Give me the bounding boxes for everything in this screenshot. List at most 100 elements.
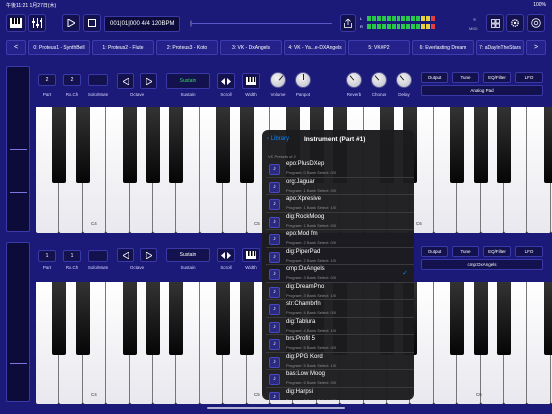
instrument-list[interactable]: ♪ epo:PlusDXep Program: 0 Bank Select: 0/0… xyxy=(266,160,414,400)
black-key[interactable] xyxy=(75,107,90,183)
tab-part-0[interactable]: 0: Proteus1 - SynthBell xyxy=(28,40,90,55)
black-key[interactable] xyxy=(543,107,552,183)
sustain-button[interactable]: Sustain xyxy=(166,73,210,89)
eq-filter-button[interactable]: EQ/Filter xyxy=(483,246,511,257)
solo-mute-label: Solo/Mute xyxy=(87,92,109,97)
key-label-c4: C4 xyxy=(91,392,97,397)
black-key[interactable] xyxy=(543,282,552,356)
list-item[interactable]: ♪ str:Chambrfn Program: 4 Bank Select: 0/0 xyxy=(266,300,414,318)
scroll-button[interactable] xyxy=(217,248,235,262)
black-key[interactable] xyxy=(146,282,160,356)
list-item[interactable]: ♪ dig:Tablura Program: 4 Bank Select: 1/0 xyxy=(266,318,414,335)
progress-knob[interactable] xyxy=(190,20,192,27)
width-button[interactable] xyxy=(242,248,260,262)
width-button[interactable] xyxy=(242,73,260,89)
stop-button[interactable] xyxy=(83,14,101,32)
output-button[interactable]: Output xyxy=(421,72,448,83)
black-key[interactable] xyxy=(239,107,254,183)
black-key[interactable] xyxy=(497,282,511,356)
library-back-button[interactable]: ‹ Library xyxy=(267,136,289,142)
part-number-field[interactable]: 1 xyxy=(38,250,56,262)
list-item[interactable]: ♪ apo:Xpresive Program: 1 Bank Select: 1/0 xyxy=(266,195,414,213)
keyboard-view-button[interactable] xyxy=(6,14,26,32)
output-button[interactable]: Output xyxy=(421,246,448,257)
sustain-button[interactable]: Sustain xyxy=(166,248,210,262)
black-key[interactable] xyxy=(169,282,184,356)
triangle-right-icon xyxy=(145,251,152,259)
list-item[interactable]: ♪ dig:Harpsi Program: 6 Bank Select: 1/0 xyxy=(266,388,414,400)
black-key[interactable] xyxy=(122,107,137,183)
tab-part-1[interactable]: 1: Proteus2 - Flute xyxy=(92,40,154,55)
list-item[interactable]: ♪ epo:PlusDXep Program: 0 Bank Select: 0/0 xyxy=(266,160,414,178)
black-key[interactable] xyxy=(450,107,465,183)
tune-button[interactable]: Tune xyxy=(452,72,479,83)
list-item[interactable]: ♪ dig:PiperPad Program: 2 Bank Select: 1/0 xyxy=(266,248,414,265)
tune-button[interactable]: Tune xyxy=(452,246,479,257)
octave-down-button[interactable] xyxy=(117,248,134,262)
mixer-view-button[interactable] xyxy=(28,14,46,32)
pitch-bend-strip[interactable] xyxy=(6,66,30,232)
rx-channel-field[interactable]: 1 xyxy=(63,250,81,262)
black-key[interactable] xyxy=(216,282,231,356)
tab-part-3[interactable]: 3: VK - DxAngels xyxy=(220,40,282,55)
part-number-field[interactable]: 2 xyxy=(38,74,56,86)
rx-channel-field[interactable]: 2 xyxy=(63,74,81,86)
tab-part-6[interactable]: 6: Everlasting Dream xyxy=(412,40,474,55)
tab-part-2[interactable]: 2: Proteus3 - Koto xyxy=(156,40,218,55)
help-button[interactable] xyxy=(527,14,545,32)
black-key[interactable] xyxy=(473,282,488,356)
octave-down-button[interactable] xyxy=(117,73,134,89)
scroll-label: Scroll xyxy=(220,265,232,270)
tab-part-4[interactable]: 4: VK - Ya...e-DXAngels xyxy=(284,40,346,55)
black-key[interactable] xyxy=(239,282,254,356)
octave-up-button[interactable] xyxy=(140,248,157,262)
black-key[interactable] xyxy=(497,107,511,183)
tab-part-5[interactable]: 5: VK#P2 xyxy=(348,40,410,55)
black-key[interactable] xyxy=(75,282,90,356)
eq-filter-button[interactable]: EQ/Filter xyxy=(483,72,511,83)
instrument-name: cmp:DxAngels xyxy=(286,266,325,272)
solo-mute-button[interactable] xyxy=(88,250,108,262)
section-header: VK Presets of 2 xyxy=(268,154,296,159)
volume-knob[interactable] xyxy=(270,72,286,88)
delay-knob[interactable] xyxy=(396,72,412,88)
lfo-button[interactable]: LFO xyxy=(515,72,543,83)
meter-left-label: L xyxy=(360,16,363,21)
black-key[interactable] xyxy=(146,107,160,183)
panpot-knob[interactable] xyxy=(295,72,311,88)
chorus-knob[interactable] xyxy=(371,72,387,88)
preset-selector[interactable]: Analog Pad xyxy=(421,85,543,96)
layout-button[interactable] xyxy=(486,14,504,32)
black-key[interactable] xyxy=(52,282,67,356)
lfo-button[interactable]: LFO xyxy=(515,246,543,257)
list-item[interactable]: ♪ dig:PPG Kord Program: 5 Bank Select: 1/0 xyxy=(266,353,414,370)
black-key[interactable] xyxy=(52,107,67,183)
song-position-display[interactable]: 001|01|000 4/4 120BPM xyxy=(104,16,180,32)
black-key[interactable] xyxy=(450,282,465,356)
list-item[interactable]: ♪ dig:DreamPno Program: 3 Bank Select: 1/0 xyxy=(266,283,414,300)
black-key[interactable] xyxy=(122,282,137,356)
list-item[interactable]: ♪ org:Jaguar Program: 1 Bank Select: 0/0 xyxy=(266,178,414,195)
list-item[interactable]: ♪ bas:Low Moog Program: 6 Bank Select: 0/0 xyxy=(266,370,414,388)
black-key[interactable] xyxy=(216,107,231,183)
mod-wheel-strip[interactable] xyxy=(6,242,30,402)
black-key[interactable] xyxy=(169,107,184,183)
settings-button[interactable] xyxy=(506,14,524,32)
black-key[interactable] xyxy=(473,107,488,183)
tab-prev-button[interactable]: < xyxy=(6,40,26,55)
scroll-button[interactable] xyxy=(217,73,235,89)
list-item[interactable]: ♪ cmp:DxAngels Program: 3 Bank Select: 0/0… xyxy=(266,265,414,283)
play-button[interactable] xyxy=(62,14,80,32)
tab-part-7[interactable]: 7: aDayInTheStars xyxy=(476,40,524,55)
list-item[interactable]: ♪ brs:Profit 5 Program: 5 Bank Select: 0/0 xyxy=(266,335,414,353)
list-item[interactable]: ♪ epo:Mod fm Program: 2 Bank Select: 0/0 xyxy=(266,230,414,248)
octave-up-button[interactable] xyxy=(140,73,157,89)
preset-selector[interactable]: cmp:DxAngels xyxy=(421,259,543,270)
export-button[interactable] xyxy=(340,14,356,32)
tab-next-button[interactable]: > xyxy=(526,40,546,55)
reverb-knob[interactable] xyxy=(346,72,362,88)
grid-icon xyxy=(490,18,500,28)
list-item[interactable]: ♪ dig:RockMoog Program: 1 Bank Select: 0/0 xyxy=(266,213,414,230)
song-progress-slider[interactable] xyxy=(190,20,332,27)
solo-mute-button[interactable] xyxy=(88,74,108,86)
